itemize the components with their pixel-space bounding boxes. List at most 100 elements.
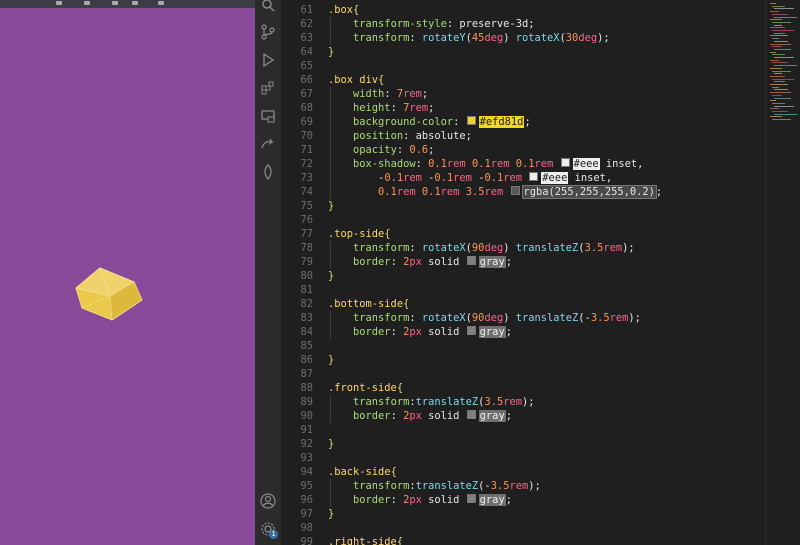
code-text: .bottom-side{: [328, 298, 410, 310]
line-number: 83: [300, 312, 313, 324]
code-line[interactable]: 97}: [281, 507, 765, 521]
code-line[interactable]: 66 .box div{: [281, 73, 765, 87]
code-line[interactable]: 88 .front-side{: [281, 381, 765, 395]
code-text: .back-side{: [328, 466, 397, 478]
code-line[interactable]: 96 border: 2px solid gray;: [281, 493, 765, 507]
code-line[interactable]: 93: [281, 451, 765, 465]
code-text: transform: rotateX(90deg) translateZ(-3.…: [353, 312, 641, 324]
extensions-icon[interactable]: [260, 80, 276, 96]
line-number: 63: [300, 32, 313, 44]
minimap-line: [772, 54, 785, 56]
minimap-line: [770, 35, 788, 37]
code-line[interactable]: 65: [281, 59, 765, 73]
code-line[interactable]: 99 .right-side{: [281, 535, 765, 545]
code-line[interactable]: 80}: [281, 269, 765, 283]
minimap-line: [770, 100, 776, 102]
code-line[interactable]: 71 opacity: 0.6;: [281, 143, 765, 157]
source-control-icon[interactable]: [260, 24, 276, 40]
code-line[interactable]: 90 border: 2px solid gray;: [281, 409, 765, 423]
toolbar-dot: [158, 1, 164, 5]
line-number: 94: [300, 466, 313, 478]
line-number: 79: [300, 256, 313, 268]
code-line[interactable]: 95 transform:translateZ(-3.5rem);: [281, 479, 765, 493]
minimap-line: [770, 108, 779, 110]
minimap-line: [774, 113, 797, 115]
minimap-line: [772, 70, 791, 72]
line-number: 99: [300, 536, 313, 545]
code-line[interactable]: 83 transform: rotateX(90deg) translateZ(…: [281, 311, 765, 325]
line-number: 91: [300, 424, 313, 436]
minimap-line: [772, 30, 794, 31]
code-line[interactable]: 69 background-color: #efd81d;: [281, 115, 765, 129]
code-line[interactable]: 63 transform: rotateY(45deg) rotateX(30d…: [281, 31, 765, 45]
code-line[interactable]: 64}: [281, 45, 765, 59]
code-line[interactable]: 87: [281, 367, 765, 381]
code-line[interactable]: 73 -0.1rem -0.1rem -0.1rem #eee inset,: [281, 171, 765, 185]
code-line[interactable]: 91: [281, 423, 765, 437]
minimap-line: [774, 105, 794, 107]
code-line[interactable]: 70 position: absolute;: [281, 129, 765, 143]
code-text: .box{: [328, 4, 360, 16]
code-line[interactable]: 86}: [281, 353, 765, 367]
code-text: box-shadow: 0.1rem 0.1rem 0.1rem #eee in…: [353, 158, 644, 170]
code-line[interactable]: 89 transform:translateZ(3.5rem);: [281, 395, 765, 409]
remote-explorer-icon[interactable]: [260, 108, 276, 124]
code-line[interactable]: 74 0.1rem 0.1rem 3.5rem rgba(255,255,255…: [281, 185, 765, 199]
minimap[interactable]: [765, 0, 800, 545]
toolbar-dot: [84, 1, 90, 5]
code-line[interactable]: 72 box-shadow: 0.1rem 0.1rem 0.1rem #eee…: [281, 157, 765, 171]
line-number: 72: [300, 158, 313, 170]
code-line[interactable]: 68 height: 7rem;: [281, 101, 765, 115]
line-number: 90: [300, 410, 313, 422]
minimap-line: [770, 19, 782, 21]
preview-toolbar: [0, 0, 255, 8]
code-line[interactable]: 78 transform: rotateX(90deg) translateZ(…: [281, 241, 765, 255]
code-text: opacity: 0.6;: [353, 144, 435, 156]
code-line[interactable]: 79 border: 2px solid gray;: [281, 255, 765, 269]
code-line[interactable]: 81: [281, 283, 765, 297]
code-line[interactable]: 61 .box{: [281, 3, 765, 17]
code-line[interactable]: 62 transform-style: preserve-3d;: [281, 17, 765, 31]
minimap-line: [770, 11, 779, 13]
line-number: 70: [300, 130, 313, 142]
minimap-line: [772, 86, 779, 88]
line-number: 95: [300, 480, 313, 492]
toolbar-dot: [132, 1, 138, 5]
code-line[interactable]: 67 width: 7rem;: [281, 87, 765, 101]
code-text: transform:translateZ(-3.5rem);: [353, 480, 541, 492]
run-debug-icon[interactable]: [260, 52, 276, 68]
code-text: position: absolute;: [353, 130, 472, 142]
minimap-line: [772, 119, 791, 121]
minimap-line: [772, 102, 785, 104]
settings-gear-icon[interactable]: 1: [260, 521, 278, 539]
code-text: }: [328, 46, 335, 58]
minimap-line: [774, 81, 785, 83]
code-line[interactable]: 92}: [281, 437, 765, 451]
code-editor[interactable]: 61 .box{62 transform-style: preserve-3d; 6…: [281, 0, 765, 545]
code-text: .box div{: [328, 74, 385, 86]
search-icon[interactable]: [260, 0, 276, 16]
code-line[interactable]: 75}: [281, 199, 765, 213]
line-number: 76: [300, 214, 313, 226]
live-share-icon[interactable]: [260, 136, 276, 152]
code-text: transform: rotateX(90deg) translateZ(3.5…: [353, 242, 635, 254]
code-line[interactable]: 98: [281, 521, 765, 535]
code-text: height: 7rem;: [353, 102, 435, 114]
code-line[interactable]: 77 .top-side{: [281, 227, 765, 241]
account-icon[interactable]: [260, 493, 276, 509]
mongodb-icon[interactable]: [260, 164, 276, 180]
line-number: 89: [300, 396, 313, 408]
code-line[interactable]: 94 .back-side{: [281, 465, 765, 479]
rotated-cube: [72, 264, 146, 326]
minimap-line: [770, 51, 776, 53]
code-line[interactable]: 82 .bottom-side{: [281, 297, 765, 311]
minimap-line: [770, 75, 785, 77]
line-number: 64: [300, 46, 313, 58]
code-line[interactable]: 84 border: 2px solid gray;: [281, 325, 765, 339]
line-number: 96: [300, 494, 313, 506]
code-text: background-color: #efd81d;: [353, 116, 531, 128]
minimap-line: [770, 43, 791, 45]
code-line[interactable]: 85: [281, 339, 765, 353]
code-line[interactable]: 76: [281, 213, 765, 227]
minimap-line: [772, 38, 779, 40]
